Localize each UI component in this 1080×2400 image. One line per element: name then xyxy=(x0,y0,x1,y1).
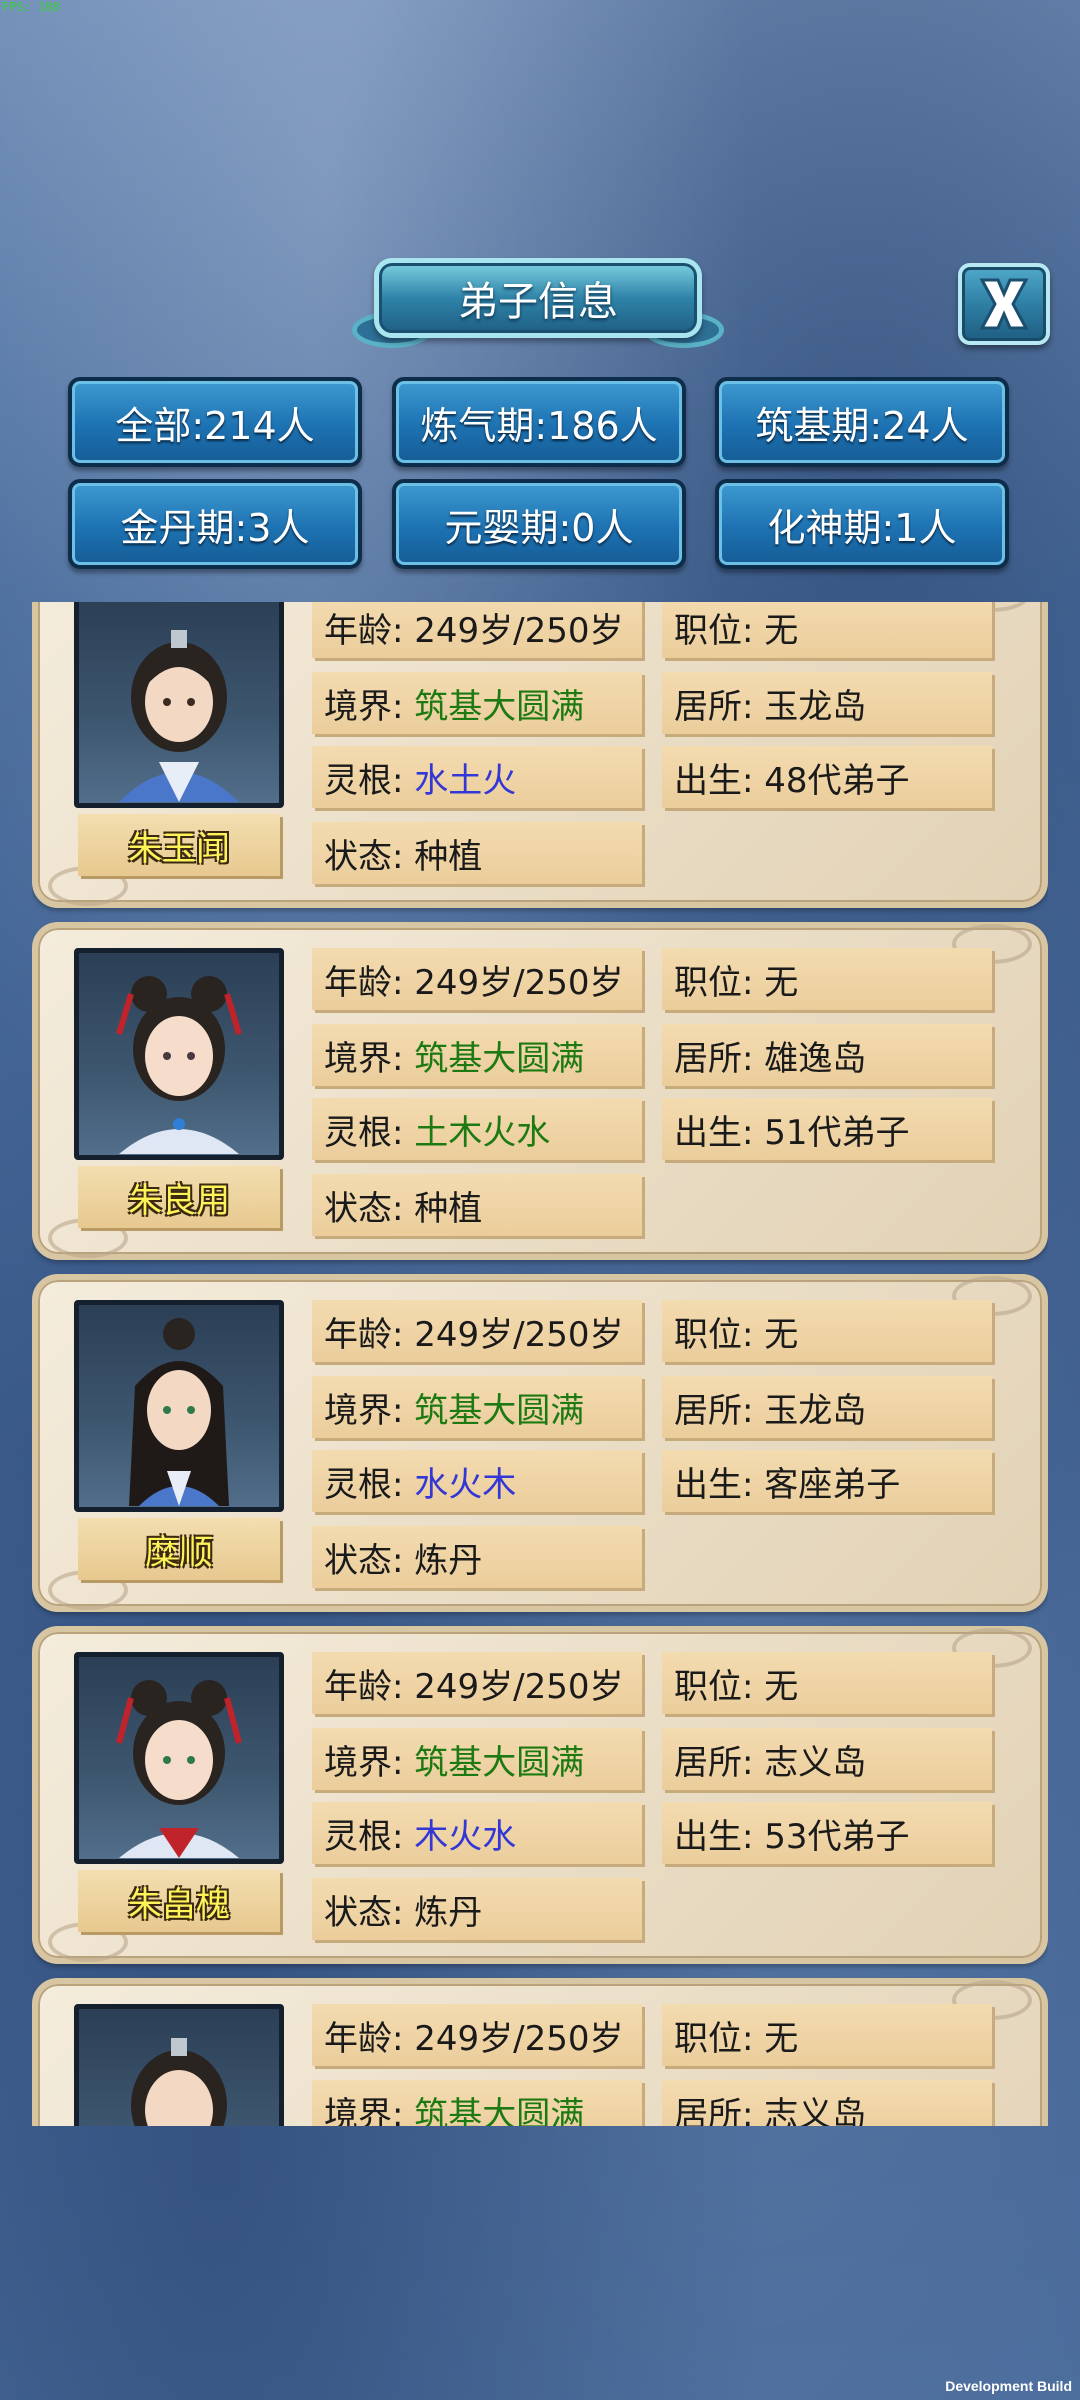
close-button[interactable] xyxy=(958,263,1050,345)
disciple-card[interactable]: 糜顺 年龄: 249岁/250岁 境界: 筑基大圆满 灵根: 水火木 状态: 炼… xyxy=(32,1274,1048,1612)
spirit-root-field: 灵根: 水土火 xyxy=(312,746,642,808)
realm-field: 境界: 筑基大圆满 xyxy=(312,1376,642,1438)
disciple-card[interactable]: 朱畠槐 年龄: 249岁/250岁 境界: 筑基大圆满 灵根: 木火水 状态: … xyxy=(32,1626,1048,1964)
age-field: 年龄: 249岁/250岁 xyxy=(312,2004,642,2066)
dev-build-label: Development Build xyxy=(945,2378,1072,2394)
avatar xyxy=(74,2004,284,2126)
position-field: 职位: 无 xyxy=(662,1652,992,1714)
disciple-name: 朱良用 xyxy=(78,1166,280,1228)
residence-field: 居所: 志义岛 xyxy=(662,1728,992,1790)
title-banner: 弟子信息 xyxy=(352,258,724,354)
spirit-root-field: 灵根: 水火木 xyxy=(312,1450,642,1512)
status-field: 状态: 种植 xyxy=(312,1174,642,1236)
position-field: 职位: 无 xyxy=(662,948,992,1010)
age-field: 年龄: 249岁/250岁 xyxy=(312,1652,642,1714)
avatar-image xyxy=(131,2038,227,2126)
origin-field: 出生: 51代弟子 xyxy=(662,1098,992,1160)
realm-field: 境界: 筑基大圆满 xyxy=(312,2080,642,2126)
position-field: 职位: 无 xyxy=(662,1300,992,1362)
age-field: 年龄: 249岁/250岁 xyxy=(312,602,642,658)
status-field: 状态: 种植 xyxy=(312,822,642,884)
realm-field: 境界: 筑基大圆满 xyxy=(312,672,642,734)
residence-field: 居所: 雄逸岛 xyxy=(662,1024,992,1086)
avatar xyxy=(74,1652,284,1864)
origin-field: 出生: 53代弟子 xyxy=(662,1802,992,1864)
position-field: 职位: 无 xyxy=(662,2004,992,2066)
disciple-name: 糜顺 xyxy=(78,1518,280,1580)
age-field: 年龄: 249岁/250岁 xyxy=(312,1300,642,1362)
page-title: 弟子信息 xyxy=(374,258,702,338)
filter-huashen-button[interactable]: 化神期:1人 xyxy=(715,479,1009,569)
filter-lianqi-button[interactable]: 炼气期:186人 xyxy=(392,377,686,467)
disciple-card[interactable]: 朱良用 年龄: 249岁/250岁 境界: 筑基大圆满 灵根: 土木火水 状态:… xyxy=(32,922,1048,1260)
filter-all-button[interactable]: 全部:214人 xyxy=(68,377,362,467)
filter-jindan-button[interactable]: 金丹期:3人 xyxy=(68,479,362,569)
residence-field: 居所: 玉龙岛 xyxy=(662,672,992,734)
residence-field: 居所: 志义岛 xyxy=(662,2080,992,2126)
avatar xyxy=(74,1300,284,1512)
disciple-card[interactable]: 年龄: 249岁/250岁 境界: 筑基大圆满 职位: 无 居所: 志义岛 xyxy=(32,1978,1048,2126)
fps-counter: FPS: 108 xyxy=(2,0,60,14)
position-field: 职位: 无 xyxy=(662,602,992,658)
close-icon xyxy=(979,278,1029,330)
disciple-name: 朱玉闻 xyxy=(78,814,280,876)
residence-field: 居所: 玉龙岛 xyxy=(662,1376,992,1438)
avatar-image xyxy=(119,630,239,802)
avatar xyxy=(74,602,284,808)
realm-field: 境界: 筑基大圆满 xyxy=(312,1728,642,1790)
spirit-root-field: 灵根: 土木火水 xyxy=(312,1098,642,1160)
status-field: 状态: 炼丹 xyxy=(312,1878,642,1940)
avatar-image xyxy=(116,1680,242,1858)
avatar-image xyxy=(129,1318,229,1506)
realm-field: 境界: 筑基大圆满 xyxy=(312,1024,642,1086)
avatar-image xyxy=(116,976,242,1154)
filter-zhuji-button[interactable]: 筑基期:24人 xyxy=(715,377,1009,467)
origin-field: 出生: 客座弟子 xyxy=(662,1450,992,1512)
disciple-list[interactable]: 朱玉闻 年龄: 249岁/250岁 境界: 筑基大圆满 灵根: 水土火 状态: … xyxy=(32,602,1048,2126)
age-field: 年龄: 249岁/250岁 xyxy=(312,948,642,1010)
spirit-root-field: 灵根: 木火水 xyxy=(312,1802,642,1864)
disciple-card[interactable]: 朱玉闻 年龄: 249岁/250岁 境界: 筑基大圆满 灵根: 水土火 状态: … xyxy=(32,602,1048,908)
avatar xyxy=(74,948,284,1160)
status-field: 状态: 炼丹 xyxy=(312,1526,642,1588)
disciple-name: 朱畠槐 xyxy=(78,1870,280,1932)
filter-yuanying-button[interactable]: 元婴期:0人 xyxy=(392,479,686,569)
origin-field: 出生: 48代弟子 xyxy=(662,746,992,808)
